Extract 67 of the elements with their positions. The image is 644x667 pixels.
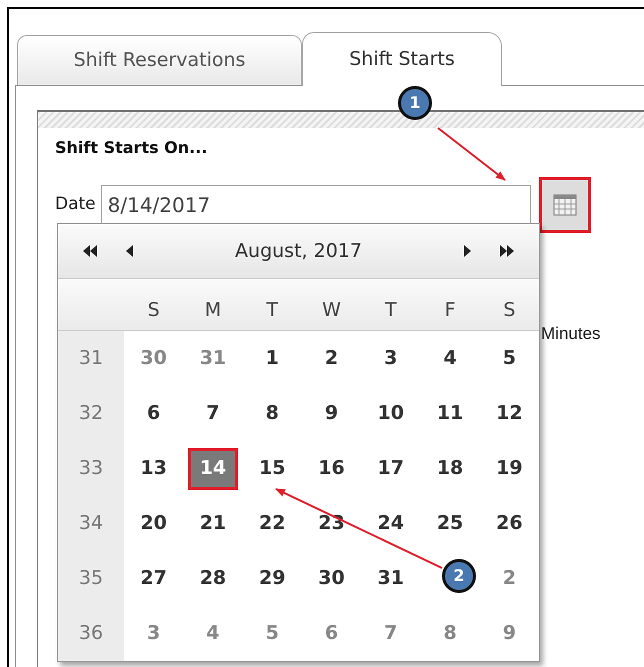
calendar-day[interactable]: 3: [128, 612, 179, 654]
callout-badge: 1: [398, 86, 432, 120]
calendar-day[interactable]: 4: [188, 612, 238, 654]
calendar-day[interactable]: 29: [247, 558, 298, 600]
calendar-day[interactable]: 9: [484, 612, 534, 654]
calendar-day[interactable]: 22: [247, 502, 298, 544]
calendar-day[interactable]: 20: [128, 502, 179, 544]
weekday-label: W: [302, 279, 362, 331]
calendar-day[interactable]: 14: [188, 448, 238, 490]
calendar-day[interactable]: 15: [247, 448, 298, 490]
week-number: 35: [58, 551, 124, 606]
calendar-day[interactable]: 7: [188, 392, 238, 434]
calendar-day[interactable]: 2: [306, 338, 356, 380]
calendar-day[interactable]: 2: [484, 558, 534, 600]
weekday-label: S: [480, 279, 539, 331]
week-number: 31: [58, 331, 124, 386]
calendar-day[interactable]: 19: [484, 448, 534, 490]
right-arrow-icon: [463, 245, 471, 257]
calendar-day[interactable]: 24: [366, 502, 416, 544]
annotation-arrow: [437, 127, 506, 181]
calendar-day[interactable]: 27: [128, 558, 179, 600]
calendar-day[interactable]: 26: [484, 502, 534, 544]
date-field[interactable]: 8/14/2017: [100, 185, 531, 225]
minutes-label: Minutes: [541, 323, 601, 345]
calendar-day[interactable]: 1: [247, 338, 298, 380]
calendar-day[interactable]: 21: [188, 502, 238, 544]
tab[interactable]: Shift Reservations: [17, 35, 302, 85]
calendar-day[interactable]: 7: [366, 612, 416, 654]
calendar-day[interactable]: 6: [128, 392, 179, 434]
week-number: 32: [58, 386, 124, 441]
calendar-day[interactable]: 3: [366, 338, 416, 380]
calendar-day[interactable]: 31: [188, 338, 238, 380]
calendar-day[interactable]: 5: [484, 338, 534, 380]
calendar-day[interactable]: 8: [247, 392, 298, 434]
calendar-button[interactable]: [538, 177, 591, 233]
calendar-day[interactable]: 9: [306, 392, 356, 434]
double-right-arrow-icon: [499, 245, 515, 257]
calendar-day[interactable]: 16: [306, 448, 356, 490]
calendar-day[interactable]: 28: [188, 558, 238, 600]
weekday-label: F: [420, 279, 480, 331]
week-number: 36: [58, 606, 124, 661]
calendar-day[interactable]: 4: [425, 338, 476, 380]
weekday-label: T: [242, 279, 302, 331]
calendar-day[interactable]: 6: [306, 612, 356, 654]
week-number: 34: [58, 496, 124, 551]
calendar-day[interactable]: 25: [425, 502, 476, 544]
calendar-day[interactable]: 10: [366, 392, 416, 434]
calendar-day[interactable]: 30: [306, 558, 356, 600]
section-title: Shift Starts On...: [54, 137, 208, 159]
calendar-day[interactable]: 12: [484, 392, 534, 434]
calendar-day[interactable]: 5: [247, 612, 298, 654]
tab[interactable]: Shift Starts: [302, 32, 502, 86]
weekday-label: M: [183, 279, 243, 331]
week-number: 33: [58, 441, 124, 496]
double-left-arrow-icon: [82, 245, 98, 257]
calendar-icon: [552, 194, 577, 216]
calendar-day[interactable]: 30: [128, 338, 179, 380]
calendar-day[interactable]: 13: [128, 448, 179, 490]
weekday-label: S: [124, 279, 184, 331]
calendar-day[interactable]: 18: [425, 448, 476, 490]
calendar-day[interactable]: 17: [366, 448, 416, 490]
left-arrow-icon: [126, 245, 134, 257]
weekday-label: T: [361, 279, 420, 331]
calendar-day[interactable]: 8: [425, 612, 476, 654]
calendar-day[interactable]: 11: [425, 392, 476, 434]
date-label: Date: [55, 193, 96, 216]
calendar-day[interactable]: 31: [366, 558, 416, 600]
